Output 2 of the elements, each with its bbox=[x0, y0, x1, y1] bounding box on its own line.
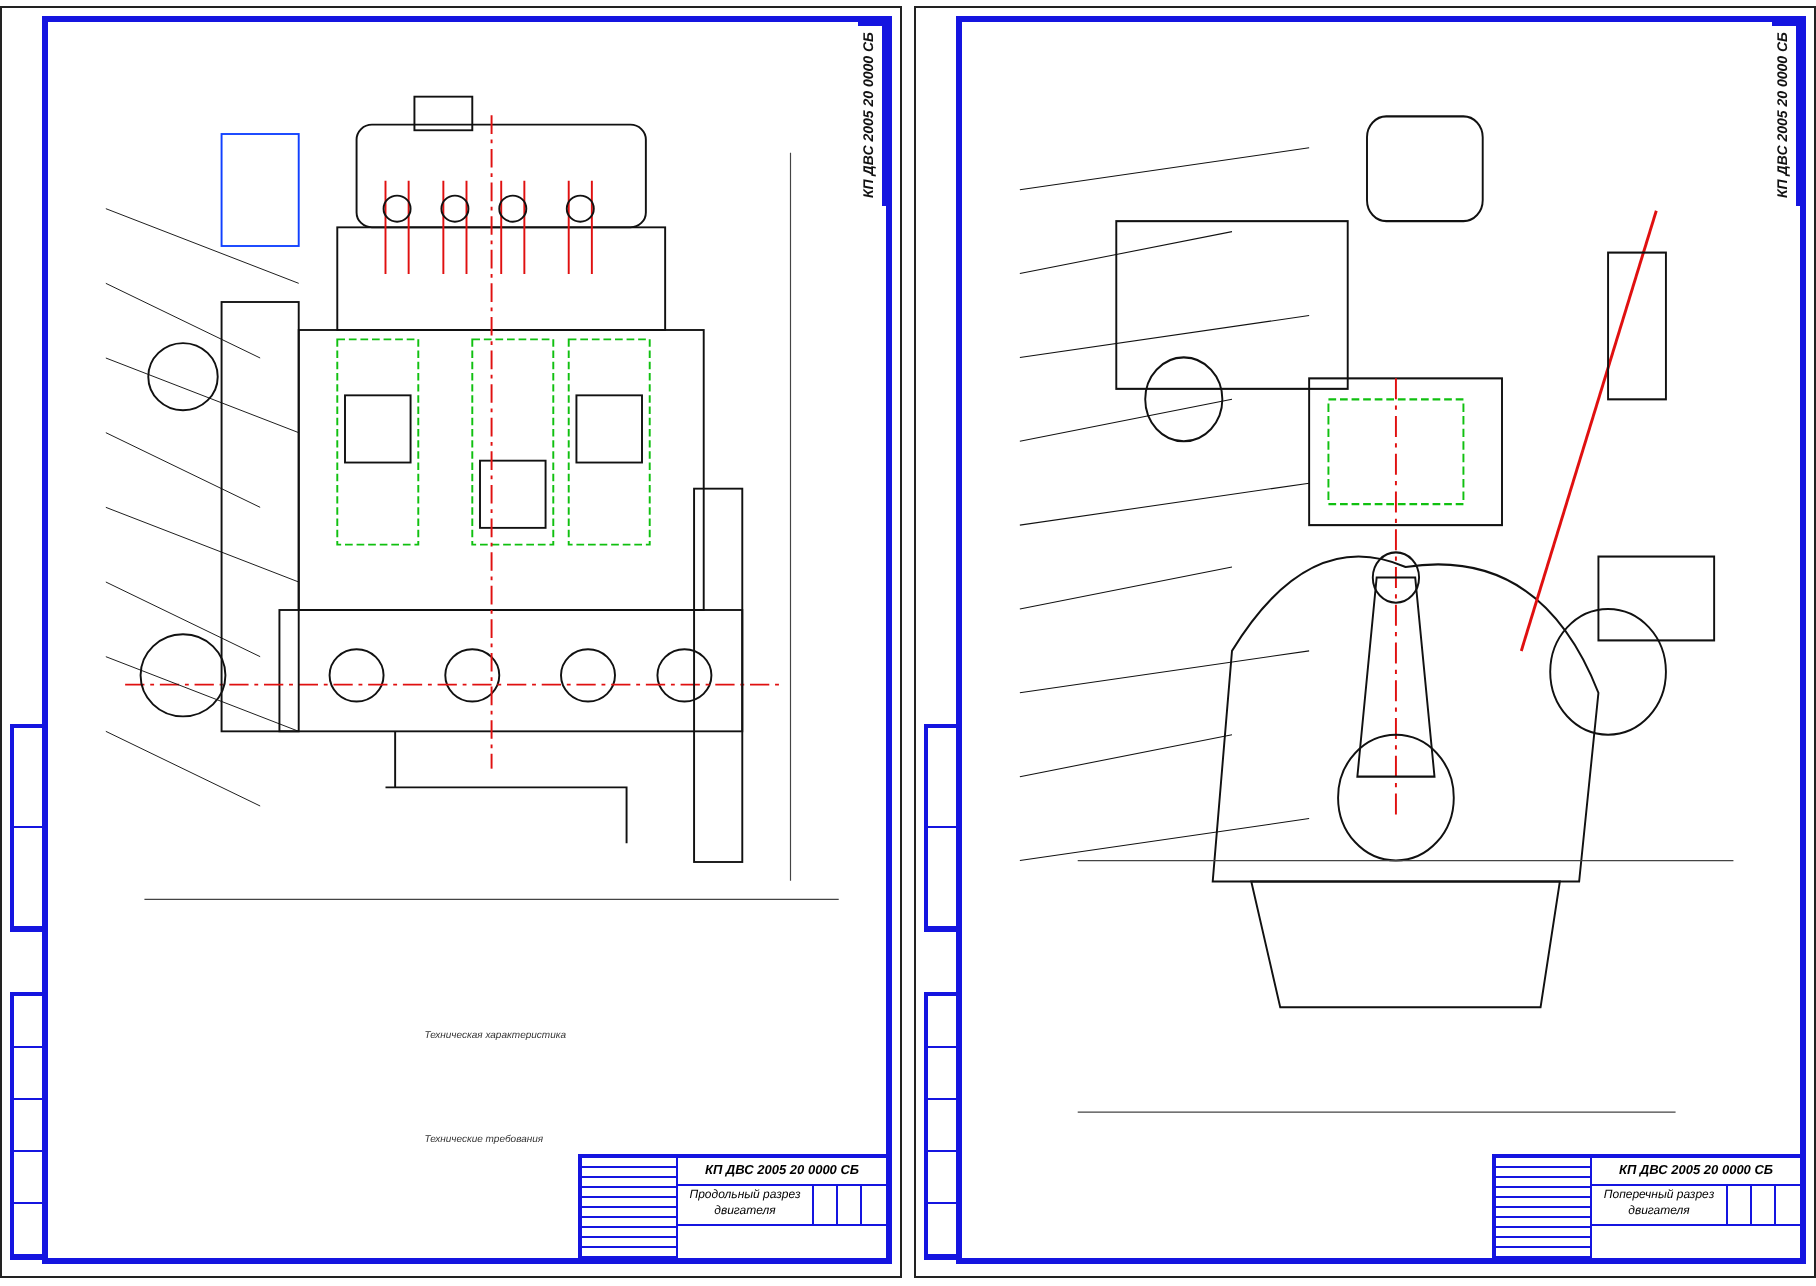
title-block-grid bbox=[814, 1186, 886, 1226]
title-block-grid bbox=[1728, 1186, 1800, 1226]
